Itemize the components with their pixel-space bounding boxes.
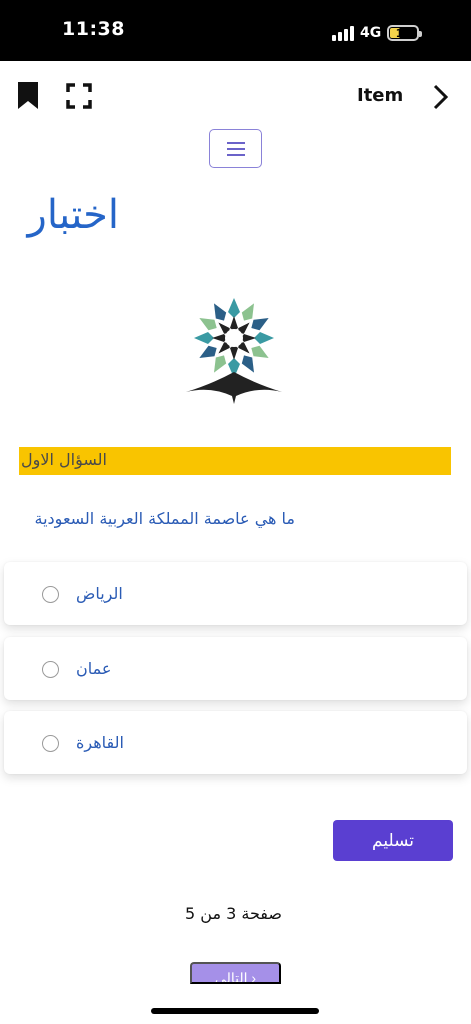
question-text: ما هي عاصمة المملكة العربية السعودية	[34, 509, 295, 528]
signal-icon	[332, 25, 354, 41]
hamburger-icon-line	[226, 141, 245, 144]
bottom-strip	[0, 984, 471, 1024]
hamburger-icon-line	[226, 147, 245, 150]
option-card[interactable]: الرياض	[4, 562, 467, 625]
option-label: عمان	[76, 659, 112, 678]
status-time: 11:38	[62, 18, 125, 40]
item-label[interactable]: Item	[357, 85, 403, 106]
top-toolbar: Item	[0, 61, 471, 131]
option-card[interactable]: القاهرة	[4, 711, 467, 774]
radio-button[interactable]	[42, 735, 59, 752]
radio-button[interactable]	[42, 586, 59, 603]
tvtc-logo	[186, 298, 282, 404]
status-bar: 11:38 4G 17	[0, 0, 471, 61]
question-header: السؤال الاول	[21, 450, 107, 469]
fullscreen-icon[interactable]	[66, 83, 92, 109]
radio-button[interactable]	[42, 661, 59, 678]
option-card[interactable]: عمان	[4, 637, 467, 700]
option-label: الرياض	[76, 584, 123, 603]
menu-button[interactable]	[209, 129, 262, 168]
chevron-right-icon[interactable]	[430, 83, 450, 111]
status-indicators: 4G 17	[332, 22, 423, 44]
network-type: 4G	[360, 25, 382, 41]
page-indicator: صفحة 3 من 5	[185, 904, 282, 923]
submit-button[interactable]: تسليم	[333, 820, 453, 861]
page-title: اختبار	[27, 192, 119, 238]
next-button[interactable]: التالي ›	[190, 962, 281, 984]
option-label: القاهرة	[76, 733, 124, 752]
next-label: التالي ›	[214, 970, 257, 984]
hamburger-icon-line	[226, 153, 245, 156]
bookmark-icon[interactable]	[16, 81, 42, 111]
battery-level: 17	[395, 26, 411, 40]
home-indicator[interactable]	[151, 1008, 319, 1014]
battery-icon: 17	[387, 25, 423, 41]
